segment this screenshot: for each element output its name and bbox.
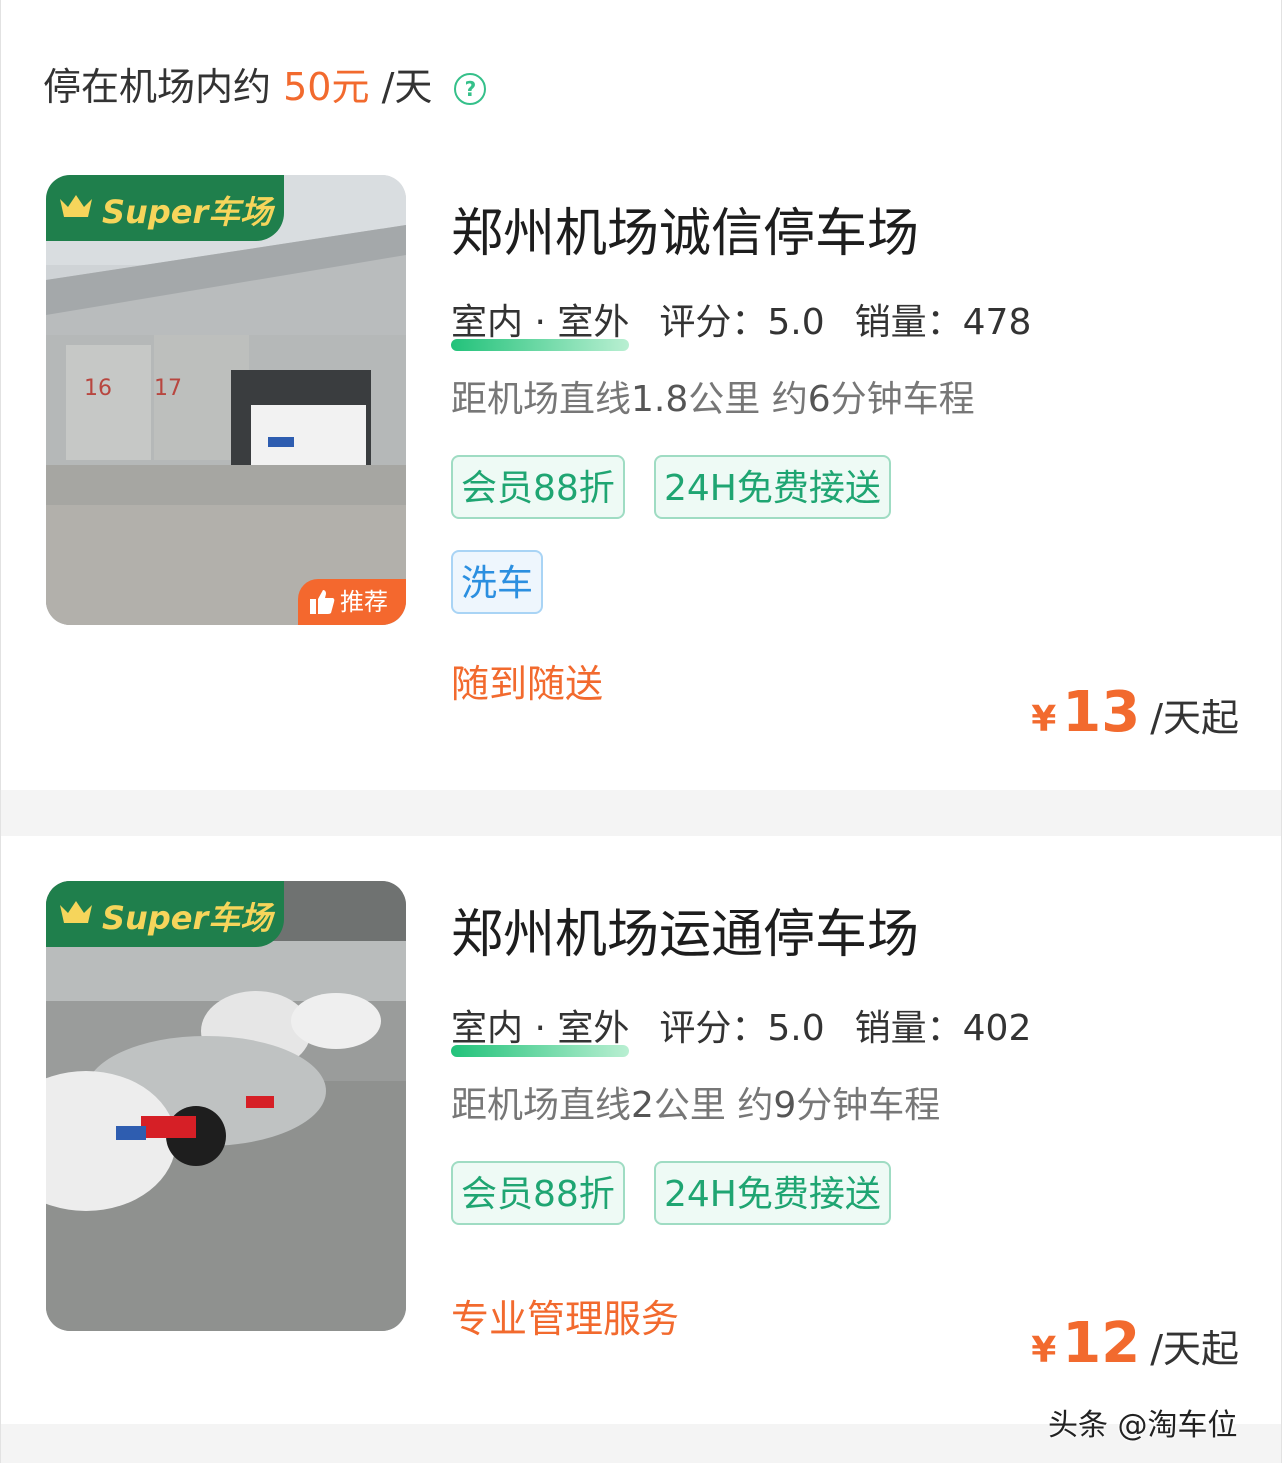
distance-info: 距机场直线2公里 约9分钟车程 — [451, 1076, 940, 1128]
crown-icon — [60, 901, 92, 923]
parking-type-label: 室内 · 室外 — [451, 1008, 630, 1049]
parking-type: 室内 · 室外 — [451, 293, 630, 351]
thumb-up-icon — [310, 590, 335, 614]
parking-lot-meta: 室内 · 室外 评分：5.0 销量：478 — [451, 293, 1032, 351]
svg-text:16: 16 — [84, 376, 112, 401]
super-lot-label: Super车场 — [102, 193, 273, 231]
airport-daily-price: 50元 — [283, 65, 370, 109]
free-shuttle-tag: 24H免费接送 — [654, 455, 891, 519]
distance-minutes: 6 — [807, 379, 831, 420]
price-amount: 13 — [1062, 680, 1141, 745]
sales-value: 402 — [962, 1008, 1032, 1049]
question-circle-icon[interactable]: ? — [454, 73, 487, 105]
crown-icon — [60, 195, 92, 217]
super-lot-badge: Super车场 — [46, 881, 284, 947]
price-amount: 12 — [1062, 1311, 1141, 1376]
currency-symbol: ¥ — [1031, 1330, 1057, 1371]
super-lot-badge: Super车场 — [46, 175, 284, 241]
airport-price-summary: 停在机场内约 50元 /天 ? — [1, 0, 1281, 175]
parking-lot-meta: 室内 · 室外 评分：5.0 销量：402 — [451, 999, 1032, 1057]
sales-label: 销量： — [854, 302, 963, 343]
price-unit: /天起 — [1150, 696, 1239, 740]
sales-value: 478 — [962, 302, 1032, 343]
parking-type: 室内 · 室外 — [451, 999, 630, 1057]
price-line: ¥13/天起 — [1031, 680, 1239, 745]
summary-text: 停在机场内约 50元 /天 ? — [43, 56, 487, 111]
price-line: ¥12/天起 — [1031, 1311, 1239, 1376]
distance-suffix: 分钟车程 — [796, 1085, 941, 1126]
svg-text:17: 17 — [154, 376, 182, 401]
rating-value: 5.0 — [767, 302, 825, 343]
parking-list-page: 停在机场内约 50元 /天 ? 16 17 Super车场 推荐 郑州机场诚信停… — [0, 0, 1282, 1463]
member-discount-tag: 会员88折 — [451, 1161, 625, 1225]
parking-type-label: 室内 · 室外 — [451, 302, 630, 343]
free-shuttle-tag: 24H免费接送 — [654, 1161, 891, 1225]
distance-km: 1.8 — [631, 379, 689, 420]
car-wash-tag: 洗车 — [451, 550, 544, 614]
rating-value: 5.0 — [767, 1008, 825, 1049]
rating-label: 评分： — [659, 302, 768, 343]
price-unit: /天起 — [1150, 1327, 1239, 1371]
distance-prefix: 距机场直线 — [451, 379, 632, 420]
parking-lot-photo: Super车场 — [46, 881, 406, 1331]
parking-lot-photo: 16 17 Super车场 推荐 — [46, 175, 406, 625]
currency-symbol: ¥ — [1031, 699, 1057, 740]
parking-lot-card[interactable]: 16 17 Super车场 推荐 郑州机场诚信停车场 室内 · 室外 评分：5.… — [1, 175, 1281, 790]
distance-mid: 公里 约 — [653, 1085, 774, 1126]
member-discount-tag: 会员88折 — [451, 455, 625, 519]
recommend-label: 推荐 — [340, 588, 388, 616]
parking-lot-name[interactable]: 郑州机场诚信停车场 — [451, 191, 919, 266]
sales-label: 销量： — [854, 1008, 963, 1049]
distance-km: 2 — [631, 1085, 654, 1126]
parking-lot-name[interactable]: 郑州机场运通停车场 — [451, 892, 919, 967]
summary-prefix: 停在机场内约 — [43, 65, 272, 109]
service-highlight: 专业管理服务 — [451, 1297, 680, 1341]
distance-suffix: 分钟车程 — [830, 379, 975, 420]
summary-unit: /天 — [381, 65, 433, 109]
recommend-badge: 推荐 — [298, 579, 406, 625]
distance-prefix: 距机场直线 — [451, 1085, 632, 1126]
rating-label: 评分： — [659, 1008, 768, 1049]
service-highlight: 随到随送 — [451, 662, 604, 706]
super-lot-label: Super车场 — [102, 899, 273, 937]
watermark: 头条 @淘车位 — [1048, 1408, 1238, 1443]
parking-lot-card[interactable]: Super车场 郑州机场运通停车场 室内 · 室外 评分：5.0 销量：402 距… — [1, 836, 1281, 1424]
distance-minutes: 9 — [773, 1085, 797, 1126]
distance-info: 距机场直线1.8公里 约6分钟车程 — [451, 370, 975, 422]
distance-mid: 公里 约 — [688, 379, 808, 420]
